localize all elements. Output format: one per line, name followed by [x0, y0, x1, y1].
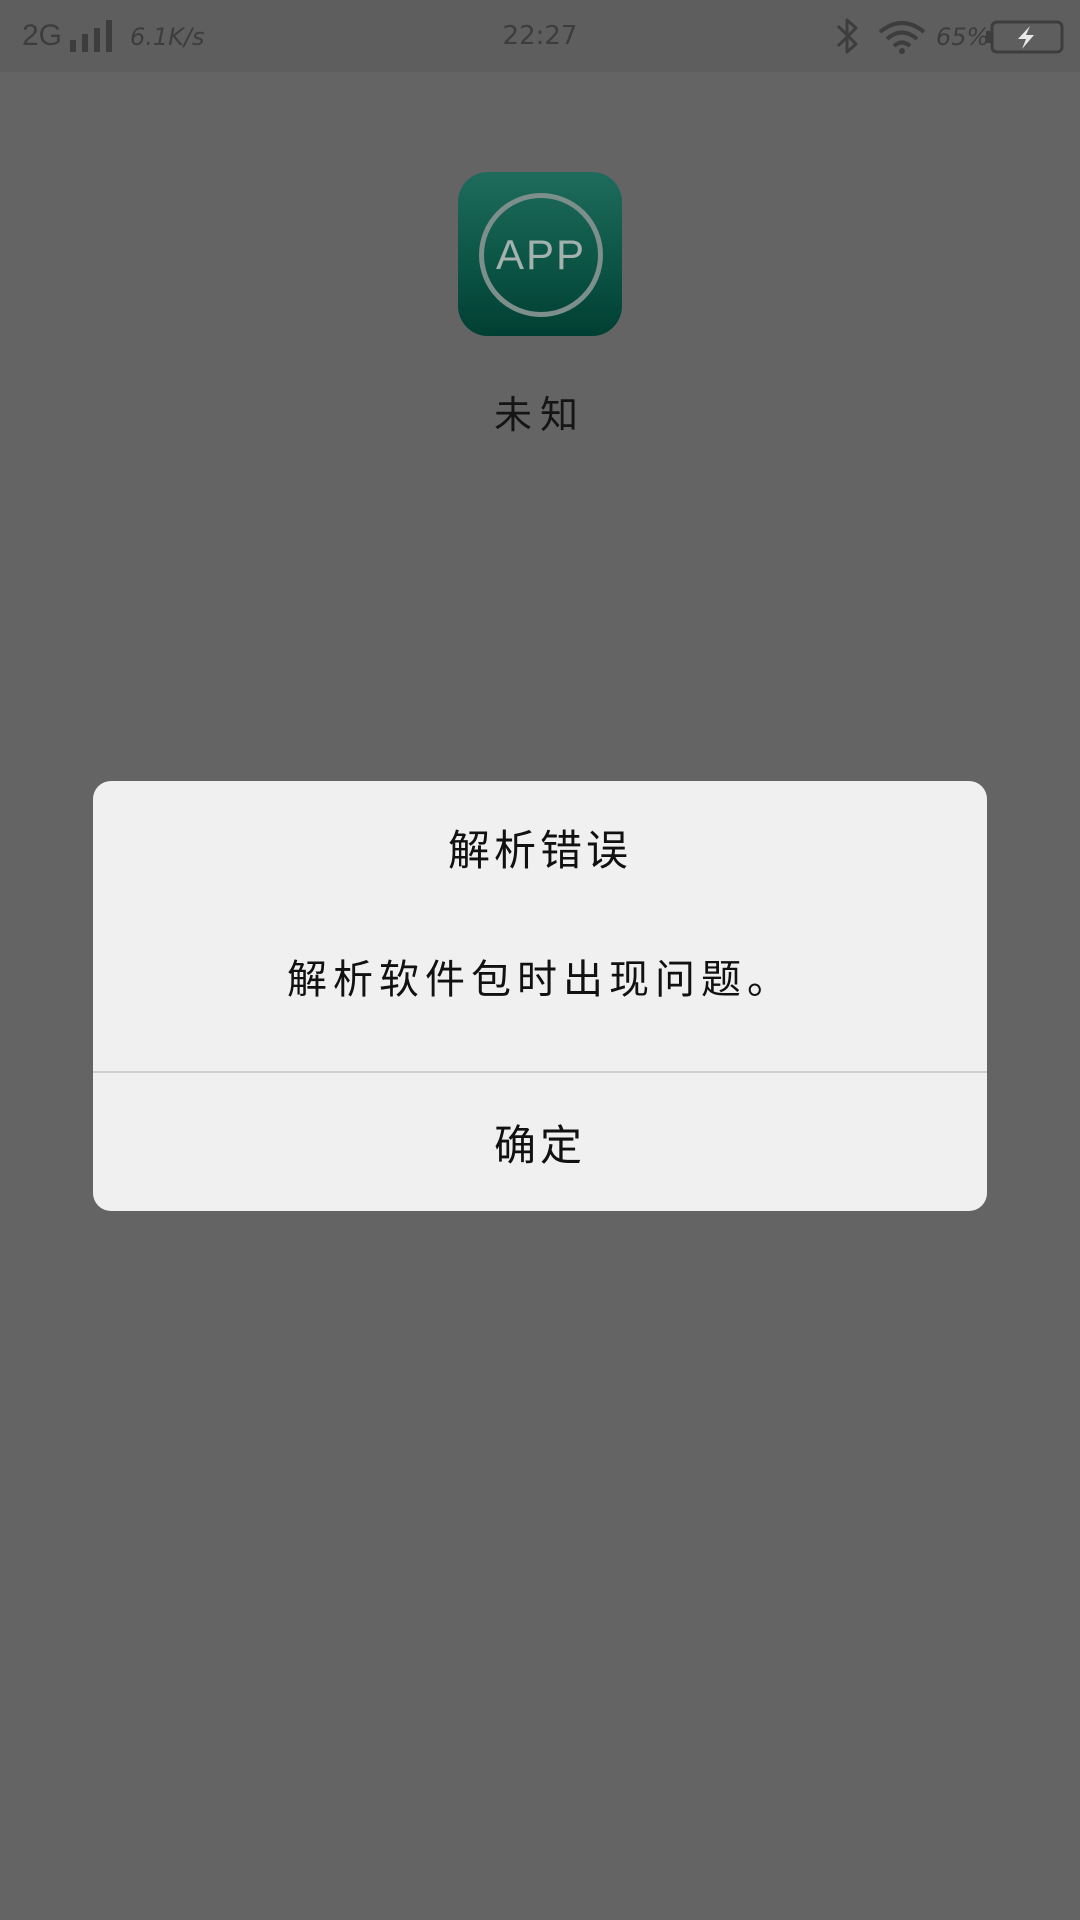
- app-icon-label: APP: [495, 231, 587, 278]
- dialog-message: 解析软件包时出现问题。: [287, 957, 793, 1003]
- screen: 2G 6.1K/s 22:27 65% APP 未知 解析错误 解析软件包时出现…: [0, 0, 1080, 1920]
- app-icon: APP: [458, 172, 622, 336]
- battery-charging-icon: [986, 20, 1064, 54]
- error-dialog: 解析错误 解析软件包时出现问题。 确定: [93, 781, 987, 1211]
- status-bar: 2G 6.1K/s 22:27 65%: [0, 0, 1080, 72]
- wifi-icon: [878, 21, 926, 54]
- app-name: 未知: [493, 393, 586, 437]
- dialog-title: 解析错误: [447, 826, 632, 875]
- ok-button[interactable]: 确定: [93, 1073, 987, 1211]
- app-icon-ring: APP: [479, 193, 603, 317]
- battery-percent: 65%: [936, 23, 990, 51]
- bluetooth-icon: [836, 18, 858, 54]
